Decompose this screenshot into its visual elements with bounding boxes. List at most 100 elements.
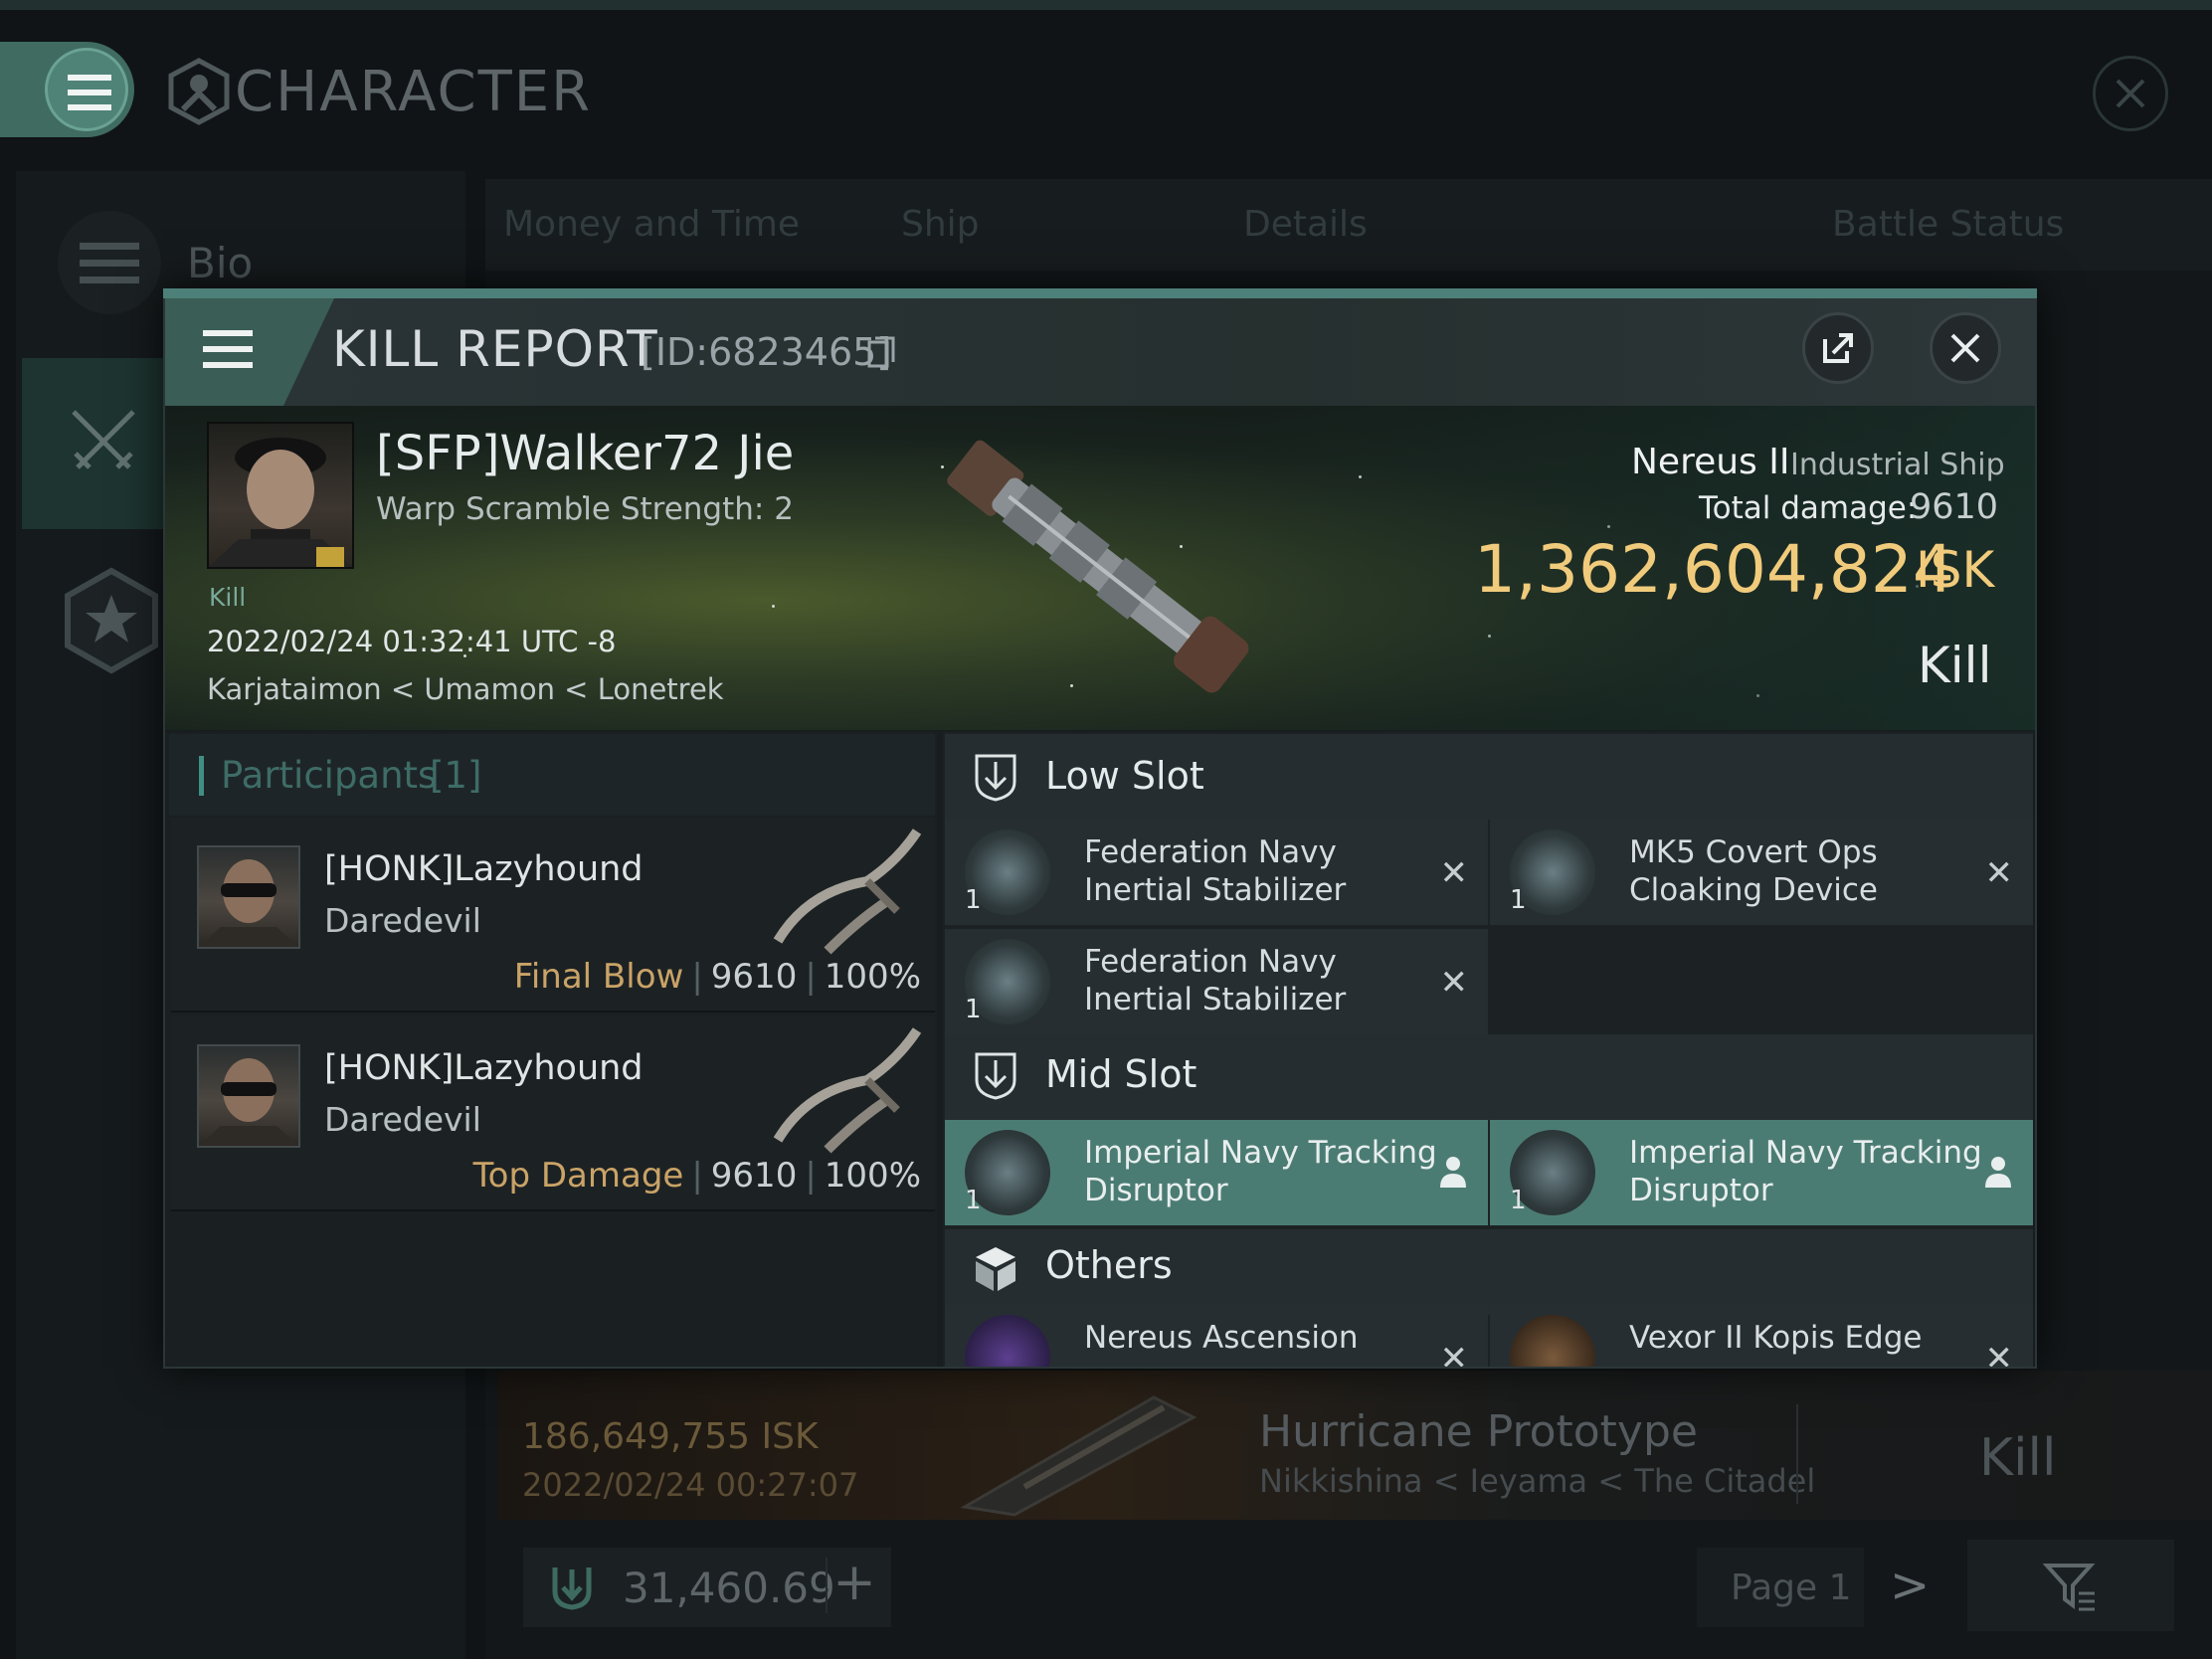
item-name: Imperial Navy Tracking Disruptor bbox=[1084, 1135, 1437, 1208]
item-quantity: 1 bbox=[965, 995, 982, 1024]
others-cube-icon bbox=[976, 1247, 1015, 1291]
participant-ship: Daredevil bbox=[324, 901, 481, 940]
low-slot-icon bbox=[975, 754, 1016, 802]
victim-portrait[interactable] bbox=[207, 422, 354, 569]
item-name: Imperial Navy Tracking Disruptor bbox=[1629, 1135, 1982, 1208]
kill-tag: Kill bbox=[209, 583, 247, 612]
fitting-item[interactable]: Vexor II Kopis Edge ✕ bbox=[1490, 1305, 2033, 1367]
sidebar-item-awards[interactable] bbox=[58, 567, 165, 674]
ship-skin-icon bbox=[1510, 1315, 1595, 1367]
tab-money-and-time[interactable]: Money and Time bbox=[503, 204, 800, 245]
item-quantity: 1 bbox=[1510, 885, 1527, 915]
crossed-swords-icon bbox=[72, 410, 135, 469]
kill-result-label: Kill bbox=[1918, 637, 1992, 694]
participant-damage: 9610 bbox=[710, 957, 798, 997]
dialog-title: KILL REPORT bbox=[332, 320, 658, 378]
participant-ship-image bbox=[773, 829, 922, 955]
kill-row-ship-image bbox=[960, 1395, 1198, 1517]
fitting-item[interactable]: 1 Federation Navy Inertial Stabilizer ✕ bbox=[945, 820, 1488, 925]
app-close-button[interactable] bbox=[2093, 56, 2168, 131]
menu-icon bbox=[203, 330, 253, 368]
victim-ship-image[interactable] bbox=[915, 418, 1283, 716]
item-name: Nereus Ascension bbox=[1084, 1320, 1359, 1356]
participant-name[interactable]: [HONK]Lazyhound bbox=[324, 1048, 644, 1088]
fitting-item[interactable]: 1 Imperial Navy Tracking Disruptor bbox=[1490, 1120, 2033, 1225]
destroyed-icon: ✕ bbox=[1984, 853, 2014, 893]
fitting-item[interactable]: 1 MK5 Covert Ops Cloaking Device ✕ bbox=[1490, 820, 2033, 925]
item-name: Federation Navy Inertial Stabilizer bbox=[1084, 944, 1347, 1017]
item-name: MK5 Covert Ops Cloaking Device bbox=[1629, 834, 1878, 908]
participant-row[interactable]: [HONK]Lazyhound Daredevil Top Damage | 961… bbox=[171, 1016, 935, 1211]
participant-portrait-image bbox=[199, 859, 298, 947]
total-damage-value: 9610 bbox=[1910, 487, 1999, 527]
ship-skin-icon bbox=[965, 1315, 1050, 1367]
kill-report-id: [ID:6823465] bbox=[641, 330, 892, 374]
bio-menu-icon bbox=[80, 243, 139, 283]
destroyed-icon: ✕ bbox=[1439, 1339, 1469, 1367]
victim-name[interactable]: [SFP]Walker72 Jie bbox=[376, 426, 794, 481]
others-label: Others bbox=[1045, 1243, 1173, 1287]
participant-row[interactable]: [HONK]Lazyhound Daredevil Final Blow | 961… bbox=[171, 818, 935, 1013]
participants-count: [1] bbox=[430, 754, 482, 797]
person-icon bbox=[1985, 1157, 2011, 1188]
fitting-item[interactable]: 1 Federation Navy Inertial Stabilizer ✕ bbox=[945, 929, 1488, 1034]
sidebar-item-combat[interactable] bbox=[22, 358, 171, 529]
wallet-add-button[interactable]: + bbox=[826, 1557, 881, 1613]
fitting-item[interactable]: 1 Imperial Navy Tracking Disruptor bbox=[945, 1120, 1488, 1225]
participant-portrait-image bbox=[199, 1058, 298, 1146]
kill-row-isk: 186,649,755 ISK bbox=[522, 1416, 819, 1457]
wallet-icon bbox=[552, 1567, 592, 1610]
person-icon bbox=[1440, 1157, 1466, 1188]
filter-icon bbox=[2043, 1564, 2096, 1611]
others-items-clip: Nereus Ascension ✕ Vexor II Kopis Edge ✕ bbox=[945, 1305, 2033, 1367]
kill-location[interactable]: Karjataimon < Umamon < Lonetrek bbox=[207, 672, 724, 706]
participants-marker bbox=[199, 756, 204, 796]
total-damage-label: Total damage: bbox=[1699, 490, 1918, 526]
bio-tab-button[interactable] bbox=[58, 211, 161, 314]
kill-datetime: 2022/02/24 01:32:41 UTC -8 bbox=[207, 625, 617, 658]
external-link-icon bbox=[1823, 333, 1853, 363]
next-page-button[interactable]: > bbox=[1890, 1558, 1930, 1613]
participants-label: Participants bbox=[221, 754, 438, 797]
participant-ship-image bbox=[773, 1027, 922, 1154]
share-button[interactable] bbox=[1802, 312, 1874, 384]
wallet-balance: 31,460.69 bbox=[623, 1564, 835, 1612]
participant-portrait[interactable] bbox=[197, 845, 300, 949]
ship-type: Industrial Ship bbox=[1790, 448, 2005, 482]
victim-portrait-image bbox=[209, 438, 352, 567]
participant-stats: Final Blow | 9610 | 100% bbox=[513, 957, 921, 997]
tab-ship[interactable]: Ship bbox=[901, 204, 980, 245]
close-icon bbox=[2116, 79, 2145, 108]
main-menu-button[interactable] bbox=[0, 42, 134, 137]
participant-portrait[interactable] bbox=[197, 1044, 300, 1148]
page-indicator: Page 1 bbox=[1731, 1567, 1852, 1608]
warp-scramble-strength: Warp Scramble Strength: 2 bbox=[376, 491, 794, 527]
menu-icon bbox=[68, 75, 111, 110]
close-icon bbox=[1950, 333, 1980, 363]
page-title: CHARACTER bbox=[235, 60, 593, 124]
item-quantity: 1 bbox=[1510, 1186, 1527, 1215]
copy-icon[interactable] bbox=[867, 336, 895, 370]
item-name: Vexor II Kopis Edge bbox=[1629, 1320, 1923, 1356]
sidebar-item-bio[interactable]: Bio bbox=[187, 239, 253, 287]
kill-row-result: Kill bbox=[1979, 1428, 2057, 1488]
participant-role: Top Damage bbox=[472, 1156, 684, 1196]
character-logo-icon bbox=[168, 58, 230, 125]
dialog-accent-bar bbox=[163, 288, 2037, 298]
participant-ship: Daredevil bbox=[324, 1100, 481, 1139]
filter-button[interactable] bbox=[1967, 1540, 2174, 1631]
fitting-item[interactable]: Nereus Ascension ✕ bbox=[945, 1305, 1488, 1367]
tab-battle-status[interactable]: Battle Status bbox=[1832, 204, 2064, 245]
divider bbox=[1796, 1404, 1798, 1504]
top-accent-line bbox=[0, 0, 2212, 10]
mid-slot-icon bbox=[975, 1052, 1016, 1100]
item-quantity: 1 bbox=[965, 1186, 982, 1215]
low-slot-label: Low Slot bbox=[1045, 754, 1204, 798]
destroyed-icon: ✕ bbox=[1439, 853, 1469, 893]
participant-name[interactable]: [HONK]Lazyhound bbox=[324, 849, 644, 889]
tab-details[interactable]: Details bbox=[1243, 204, 1368, 245]
dialog-close-button[interactable] bbox=[1930, 312, 2001, 384]
ship-name[interactable]: Nereus II bbox=[1631, 442, 1790, 482]
isk-value: 1,362,604,824 bbox=[1474, 531, 1954, 608]
mid-slot-label: Mid Slot bbox=[1045, 1052, 1198, 1096]
